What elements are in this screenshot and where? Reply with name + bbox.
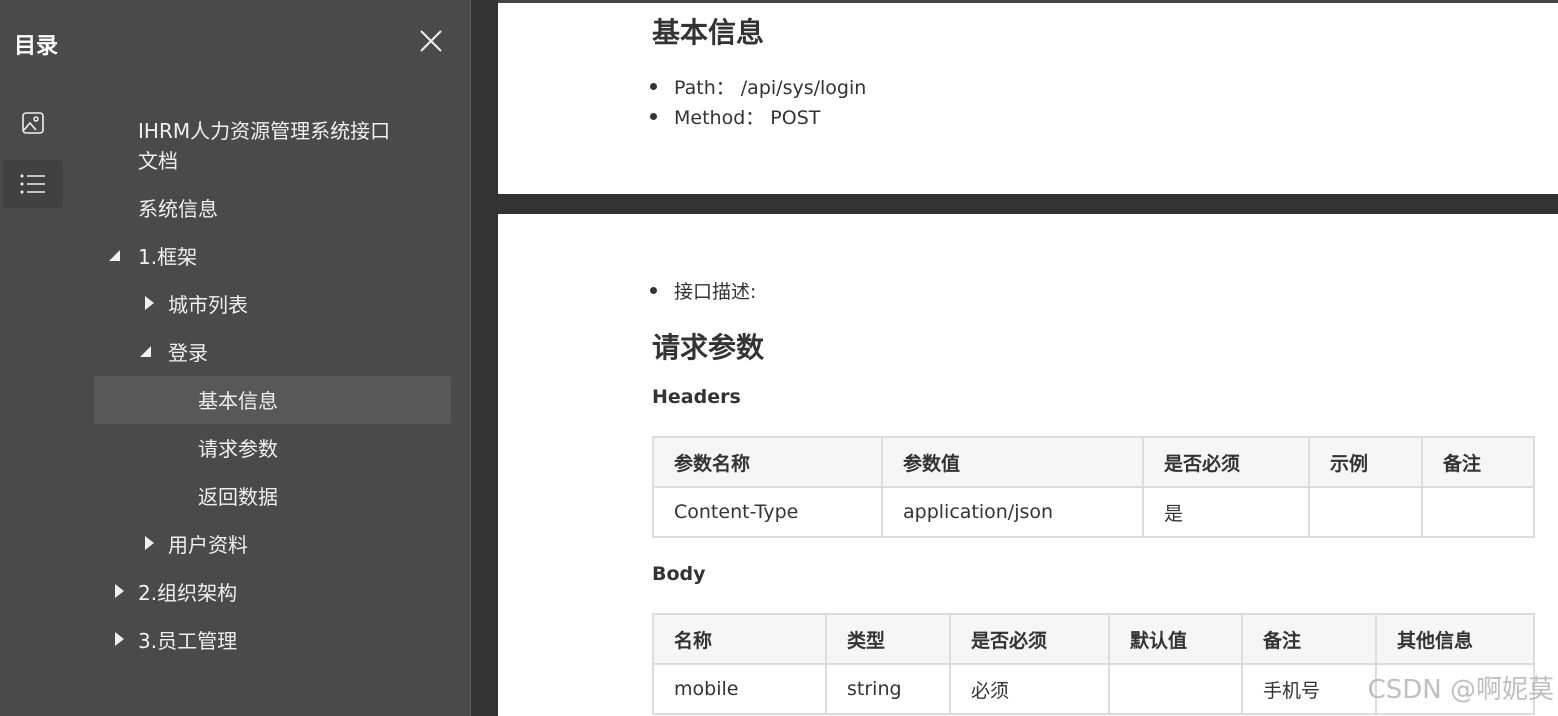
table-cell: mobile: [652, 663, 827, 715]
image-view-button[interactable]: [3, 99, 63, 147]
column-header: 名称: [652, 613, 827, 665]
document-page: 接口描述: 请求参数 Headers 参数名称 参数值 是否必须 示例 备注 C…: [498, 214, 1558, 716]
list-icon: [20, 174, 45, 194]
toc-item-city-list[interactable]: 城市列表: [168, 290, 248, 320]
toc-item-basic-info[interactable]: 基本信息: [198, 386, 278, 416]
toc-item-doc-title[interactable]: IHRM人力资源管理系统接口 文档: [138, 116, 390, 176]
image-icon: [22, 112, 44, 134]
column-header: 是否必须: [1142, 436, 1310, 488]
column-header: 其他信息: [1375, 613, 1535, 665]
headers-table: 参数名称 参数值 是否必须 示例 备注 Content-Type applica…: [652, 436, 1535, 538]
section-heading: 基本信息: [652, 16, 765, 49]
column-header: 参数名称: [652, 436, 883, 488]
table-row: Content-Type application/json 是: [652, 486, 1535, 538]
toc-item-system-info[interactable]: 系统信息: [138, 194, 218, 224]
column-header: 是否必须: [949, 613, 1110, 665]
close-icon[interactable]: [418, 28, 444, 54]
table-cell: 手机号: [1241, 663, 1377, 715]
table-cell: 必须: [949, 663, 1110, 715]
collapsed-caret-icon[interactable]: [115, 584, 124, 598]
section-heading: 请求参数: [652, 331, 765, 364]
table-cell: [1421, 486, 1535, 538]
column-header: 备注: [1421, 436, 1535, 488]
toc-item-employee-mgmt[interactable]: 3.员工管理: [138, 626, 237, 656]
method-item: Method： POST: [649, 103, 820, 130]
table-cell: application/json: [881, 486, 1144, 538]
expanded-caret-icon[interactable]: [109, 250, 120, 261]
column-header: 参数值: [881, 436, 1144, 488]
column-header: 类型: [825, 613, 951, 665]
toc-item-response-data[interactable]: 返回数据: [198, 482, 278, 512]
toc-item-label-line2: 文档: [138, 149, 178, 173]
table-cell: Content-Type: [652, 486, 883, 538]
headers-heading: Headers: [652, 386, 741, 408]
path-item: Path： /api/sys/login: [649, 73, 866, 100]
toc-item-label: IHRM人力资源管理系统接口: [138, 119, 391, 143]
sidebar-title: 目录: [14, 34, 59, 59]
collapsed-caret-icon[interactable]: [145, 536, 154, 550]
toc-item-org-structure[interactable]: 2.组织架构: [138, 578, 237, 608]
table-cell: string: [825, 663, 951, 715]
collapsed-caret-icon[interactable]: [115, 632, 124, 646]
toc-sidebar: 目录 IHRM人力资源管理系统接口 文档 系统信息 1.框架 城市列表 登录 基…: [0, 0, 471, 716]
toc-item-login[interactable]: 登录: [168, 338, 208, 368]
watermark: CSDN @啊妮莫: [1367, 675, 1554, 705]
column-header: 示例: [1308, 436, 1423, 488]
table-header-row: 参数名称 参数值 是否必须 示例 备注: [652, 436, 1535, 488]
toc-view-button[interactable]: [3, 160, 63, 208]
table-cell: [1108, 663, 1243, 715]
table-cell: [1308, 486, 1423, 538]
collapsed-caret-icon[interactable]: [145, 296, 154, 310]
expanded-caret-icon[interactable]: [140, 346, 151, 357]
table-header-row: 名称 类型 是否必须 默认值 备注 其他信息: [652, 613, 1535, 665]
table-cell: 是: [1142, 486, 1310, 538]
toc-item-user-profile[interactable]: 用户资料: [168, 530, 248, 560]
toc-item-request-params[interactable]: 请求参数: [198, 434, 278, 464]
column-header: 备注: [1241, 613, 1377, 665]
body-heading: Body: [652, 563, 706, 585]
column-header: 默认值: [1108, 613, 1243, 665]
toc-item-framework[interactable]: 1.框架: [138, 242, 197, 272]
document-page: 基本信息 Path： /api/sys/login Method： POST: [498, 0, 1558, 194]
description-item: 接口描述:: [649, 277, 756, 304]
